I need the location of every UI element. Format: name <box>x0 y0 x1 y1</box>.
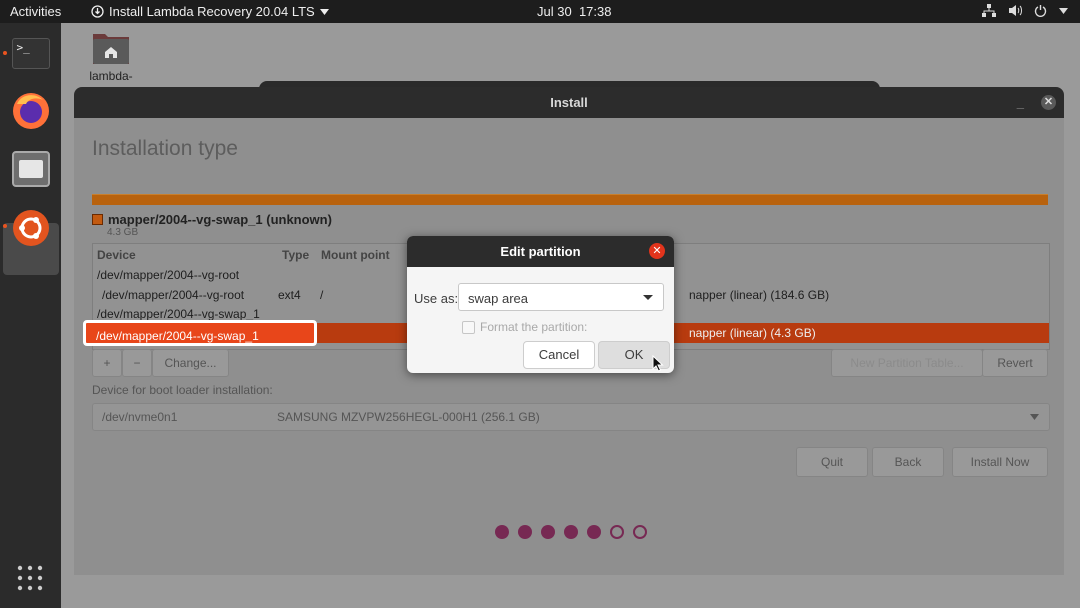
boot-loader-select[interactable]: /dev/nvme0n1 SAMSUNG MZVPW256HEGL-000H1 … <box>92 403 1050 431</box>
format-partition-option[interactable]: Format the partition: <box>462 320 587 334</box>
mouse-cursor-icon <box>652 355 664 372</box>
boot-device-desc: SAMSUNG MZVPW256HEGL-000H1 (256.1 GB) <box>277 410 540 424</box>
table-row[interactable]: /dev/mapper/2004--vg-root <box>97 268 239 282</box>
power-icon <box>1034 5 1047 17</box>
system-tray[interactable] <box>982 4 1068 17</box>
files-icon[interactable] <box>9 147 52 190</box>
progress-dot-filled <box>541 525 555 539</box>
progress-dot-filled <box>495 525 509 539</box>
progress-dot-empty <box>610 525 624 539</box>
firefox-icon[interactable] <box>9 88 52 131</box>
partition-bar <box>92 194 1048 205</box>
partition-legend: mapper/2004--vg-swap_1 (unknown) <box>92 212 332 227</box>
add-partition-button[interactable]: + <box>92 349 122 377</box>
edit-partition-dialog: Edit partition ✕ Use as: swap area Forma… <box>407 236 674 373</box>
running-indicator <box>3 51 7 55</box>
table-row[interactable]: /dev/mapper/2004--vg-swap_1 <box>97 307 260 321</box>
table-row[interactable]: /dev/mapper/2004--vg-root <box>102 288 244 302</box>
legend-swatch <box>92 214 103 225</box>
progress-dots <box>495 525 647 539</box>
format-checkbox[interactable] <box>462 320 475 334</box>
chevron-down-icon <box>643 295 653 300</box>
column-header-mount[interactable]: Mount point <box>321 248 390 262</box>
quit-button[interactable]: Quit <box>796 447 868 477</box>
dialog-close-button[interactable]: ✕ <box>649 243 665 259</box>
minimize-button[interactable]: _ <box>1017 87 1024 118</box>
activities-button[interactable]: Activities <box>10 4 61 19</box>
chevron-down-icon <box>1059 7 1068 14</box>
cancel-button[interactable]: Cancel <box>523 341 595 369</box>
dialog-title: Edit partition <box>407 236 674 267</box>
clock-date: Jul 30 <box>537 4 572 19</box>
revert-button[interactable]: Revert <box>982 349 1048 377</box>
install-now-button[interactable]: Install Now <box>952 447 1048 477</box>
boot-device: /dev/nvme0n1 <box>102 410 178 424</box>
boot-loader-label: Device for boot loader installation: <box>92 383 273 397</box>
dock: >_ <box>0 23 61 608</box>
progress-dot-filled <box>564 525 578 539</box>
change-partition-button[interactable]: Change... <box>152 349 229 377</box>
table-cell-type: ext4 <box>278 288 301 302</box>
column-header-device[interactable]: Device <box>97 248 136 262</box>
clock[interactable]: Jul 30 17:38 <box>537 4 611 19</box>
window-titlebar[interactable]: Install _ ✕ <box>74 87 1064 118</box>
clock-time: 17:38 <box>578 4 612 19</box>
terminal-icon[interactable]: >_ <box>9 32 52 75</box>
show-applications-icon[interactable] <box>17 565 43 594</box>
progress-dot-empty <box>633 525 647 539</box>
new-partition-table-button[interactable]: New Partition Table... <box>831 349 983 377</box>
back-button[interactable]: Back <box>872 447 944 477</box>
installer-icon <box>91 5 104 18</box>
volume-icon <box>1009 5 1022 16</box>
use-as-label: Use as: <box>414 291 459 306</box>
use-as-value: swap area <box>468 291 528 306</box>
format-label: Format the partition: <box>480 320 588 334</box>
home-folder-icon <box>93 34 129 64</box>
home-folder-label: lambda- <box>89 69 133 83</box>
use-as-dropdown[interactable]: swap area <box>458 283 664 311</box>
selected-row-device[interactable]: /dev/mapper/2004--vg-swap_1 <box>83 320 317 346</box>
network-icon <box>982 4 996 17</box>
app-menu[interactable]: Install Lambda Recovery 20.04 LTS <box>91 4 329 19</box>
window-title: Install <box>550 95 588 110</box>
chevron-down-icon <box>1030 414 1039 420</box>
legend-label: mapper/2004--vg-swap_1 (unknown) <box>108 212 332 227</box>
top-bar: Activities Install Lambda Recovery 20.04… <box>0 0 1080 23</box>
home-folder-desktop-icon[interactable]: lambda- <box>88 30 134 83</box>
ubiquity-installer-icon[interactable] <box>9 206 52 249</box>
remove-partition-button[interactable]: − <box>122 349 152 377</box>
chevron-down-icon <box>319 8 329 15</box>
app-menu-label: Install Lambda Recovery 20.04 LTS <box>109 4 315 19</box>
progress-dot-filled <box>518 525 532 539</box>
progress-dot-filled <box>587 525 601 539</box>
page-title: Installation type <box>92 137 238 160</box>
running-indicator <box>3 224 7 228</box>
legend-size: 4.3 GB <box>107 227 139 238</box>
table-cell-mount: / <box>320 288 324 302</box>
close-button[interactable]: ✕ <box>1041 95 1056 110</box>
selected-row-desc: napper (linear) (4.3 GB) <box>689 326 816 340</box>
table-cell-desc: napper (linear) (184.6 GB) <box>689 288 830 302</box>
column-header-type[interactable]: Type <box>282 248 309 262</box>
